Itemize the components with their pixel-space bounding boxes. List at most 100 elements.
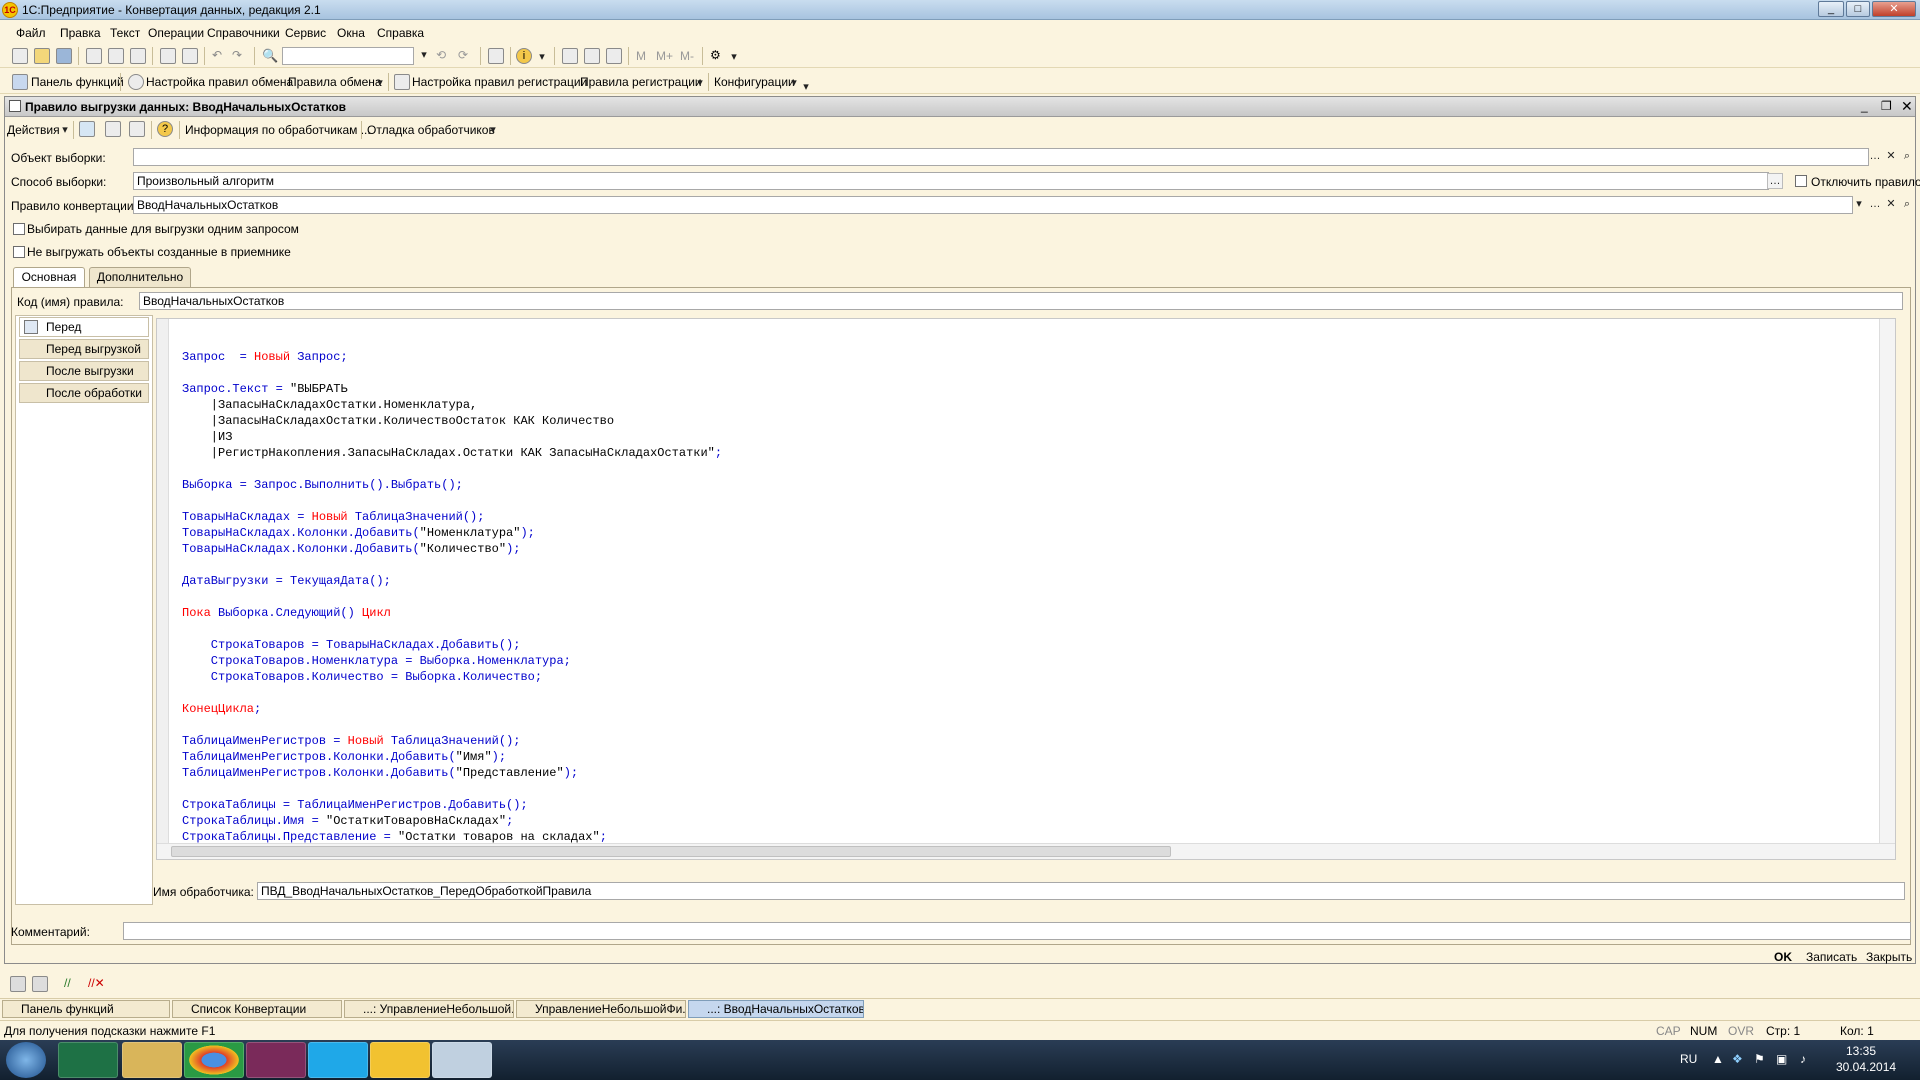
menu-edit[interactable]: Правка (60, 26, 101, 40)
copy-form-icon[interactable] (129, 121, 145, 137)
print-icon[interactable] (160, 48, 176, 64)
volume-icon[interactable]: ♪ (1800, 1052, 1806, 1066)
explorer-taskbar-icon[interactable] (122, 1042, 182, 1078)
comment-icon[interactable]: // (64, 976, 71, 990)
horizontal-scrollbar[interactable] (157, 843, 1895, 859)
skype-taskbar-icon[interactable] (308, 1042, 368, 1078)
exchange-rules-chevron-icon[interactable]: ▾ (372, 76, 388, 92)
tray-expand-icon[interactable]: ▲ (1712, 1052, 1724, 1066)
save-button[interactable]: Записать (1806, 950, 1857, 964)
menu-catalogs[interactable]: Справочники (207, 26, 280, 40)
handler-name-field[interactable]: ПВД_ВводНачальныхОстатков_ПередОбработко… (257, 882, 1905, 900)
debug-chevron-icon[interactable]: ▾ (485, 123, 501, 139)
maximize-button[interactable]: □ (1846, 1, 1870, 17)
tools-dropdown-icon[interactable]: ▾ (726, 50, 742, 66)
doc-close-button[interactable]: ✕ (1901, 98, 1913, 115)
window-tab-app1[interactable]: ...: УправлениеНебольшой... (344, 1000, 514, 1018)
search-input[interactable] (282, 47, 414, 65)
memory-m-icon[interactable]: M (636, 49, 646, 63)
registration-settings-button[interactable]: Настройка правил регистрации (412, 75, 587, 89)
start-button[interactable] (6, 1042, 46, 1078)
conversion-rule-search-icon[interactable]: ⌕ (1899, 197, 1915, 213)
conversion-rule-chevron-icon[interactable]: ▾ (1851, 197, 1867, 213)
handler-after-export[interactable]: После выгрузки (19, 361, 149, 381)
tile-icon[interactable] (10, 976, 26, 992)
find-prev-icon[interactable]: ⟳ (458, 48, 474, 64)
configurations-menu[interactable]: Конфигурации (714, 75, 795, 89)
object-field[interactable] (133, 148, 1869, 166)
conversion-rule-clear-icon[interactable]: ✕ (1883, 197, 1899, 213)
window-tab-conversions[interactable]: Список Конвертации (172, 1000, 342, 1018)
close-button[interactable]: Закрыть (1866, 950, 1912, 964)
disable-rule-checkbox[interactable] (1795, 175, 1807, 187)
object-choose-icon[interactable]: … (1867, 149, 1883, 165)
rule-code-field[interactable]: ВводНачальныхОстатков (139, 292, 1903, 310)
doc-minimize-button[interactable]: _ (1861, 99, 1868, 113)
handler-before-export[interactable]: Перед выгрузкой (19, 339, 149, 359)
registration-rules-chevron-icon[interactable]: ▾ (692, 76, 708, 92)
registration-rules-menu[interactable]: Правила регистрации (580, 75, 702, 89)
tab-extra[interactable]: Дополнительно (89, 267, 191, 287)
search-icon[interactable]: 🔍 (262, 48, 278, 64)
functions-panel-button[interactable]: Панель функций (31, 75, 124, 89)
onec-taskbar-icon[interactable] (370, 1042, 430, 1078)
windows-icon[interactable] (488, 48, 504, 64)
handlers-info-button[interactable]: Информация по обработчикам ... (185, 123, 371, 137)
code-editor[interactable]: Запрос = Новый Запрос; Запрос.Текст = "В… (156, 318, 1896, 860)
flag-icon[interactable]: ⚑ (1754, 1052, 1765, 1066)
skip-created-checkbox[interactable] (13, 246, 25, 258)
cascade-icon[interactable] (32, 976, 48, 992)
doc-restore-button[interactable]: ❐ (1881, 99, 1892, 113)
calculator-taskbar-icon[interactable] (432, 1042, 492, 1078)
dropbox-icon[interactable]: ❖ (1732, 1052, 1743, 1066)
chevron-down-icon[interactable]: ▾ (416, 48, 432, 64)
actions-chevron-icon[interactable]: ▾ (57, 123, 73, 139)
info-dropdown-icon[interactable]: ▾ (534, 50, 550, 66)
conversion-rule-choose-icon[interactable]: … (1867, 197, 1883, 213)
vertical-scrollbar[interactable] (1879, 319, 1895, 859)
method-field[interactable]: Произвольный алгоритм (133, 172, 1769, 190)
tab-main[interactable]: Основная (13, 267, 85, 287)
actions-menu[interactable]: Действия (7, 123, 60, 137)
memory-plus-icon[interactable]: M+ (656, 49, 673, 63)
memory-minus-icon[interactable]: M- (680, 49, 694, 63)
toolbar-options-icon[interactable]: ▾ (798, 80, 814, 96)
method-choose-icon[interactable]: … (1767, 173, 1783, 189)
new-icon[interactable] (12, 48, 28, 64)
clock-time[interactable]: 13:35 (1846, 1044, 1876, 1058)
menu-text[interactable]: Текст (110, 26, 140, 40)
info-icon[interactable]: i (516, 48, 532, 64)
exchange-rules-menu[interactable]: Правила обмена (288, 75, 382, 89)
refresh-icon[interactable] (105, 121, 121, 137)
handler-after-processing[interactable]: После обработки (19, 383, 149, 403)
calculator-icon[interactable] (606, 48, 622, 64)
object-clear-icon[interactable]: ✕ (1883, 149, 1899, 165)
table-icon[interactable] (562, 48, 578, 64)
close-window-button[interactable]: ✕ (1872, 1, 1916, 17)
undo-icon[interactable]: ↶ (212, 48, 228, 64)
exchange-settings-button[interactable]: Настройка правил обмена (146, 75, 293, 89)
menu-service[interactable]: Сервис (285, 26, 326, 40)
language-indicator[interactable]: RU (1680, 1052, 1697, 1066)
window-tab-app2[interactable]: УправлениеНебольшойФи... (516, 1000, 686, 1018)
horizontal-scroll-thumb[interactable] (171, 846, 1171, 857)
help-icon[interactable]: ? (157, 121, 173, 137)
conversion-rule-field[interactable]: ВводНачальныхОстатков (133, 196, 1853, 214)
handler-before-processing[interactable]: Перед обработкой (19, 317, 149, 352)
open-icon[interactable] (34, 48, 50, 64)
find-next-icon[interactable]: ⟲ (436, 48, 452, 64)
menu-windows[interactable]: Окна (337, 26, 365, 40)
tools-icon[interactable]: ⚙ (710, 48, 726, 64)
paste-icon[interactable] (130, 48, 146, 64)
uncomment-icon[interactable]: //✕ (88, 976, 105, 990)
save-icon[interactable] (56, 48, 72, 64)
ok-button[interactable]: OK (1774, 950, 1792, 964)
window-tab-functions[interactable]: Панель функций (2, 1000, 170, 1018)
debug-handlers-menu[interactable]: Отладка обработчиков (367, 123, 495, 137)
excel-taskbar-icon[interactable] (58, 1042, 118, 1078)
network-icon[interactable]: ▣ (1776, 1052, 1787, 1066)
window-tab-active[interactable]: ...: ВводНачальныхОстатков (688, 1000, 864, 1018)
chrome-taskbar-icon[interactable] (184, 1042, 244, 1078)
redo-icon[interactable]: ↷ (232, 48, 248, 64)
object-search-icon[interactable]: ⌕ (1899, 149, 1915, 165)
